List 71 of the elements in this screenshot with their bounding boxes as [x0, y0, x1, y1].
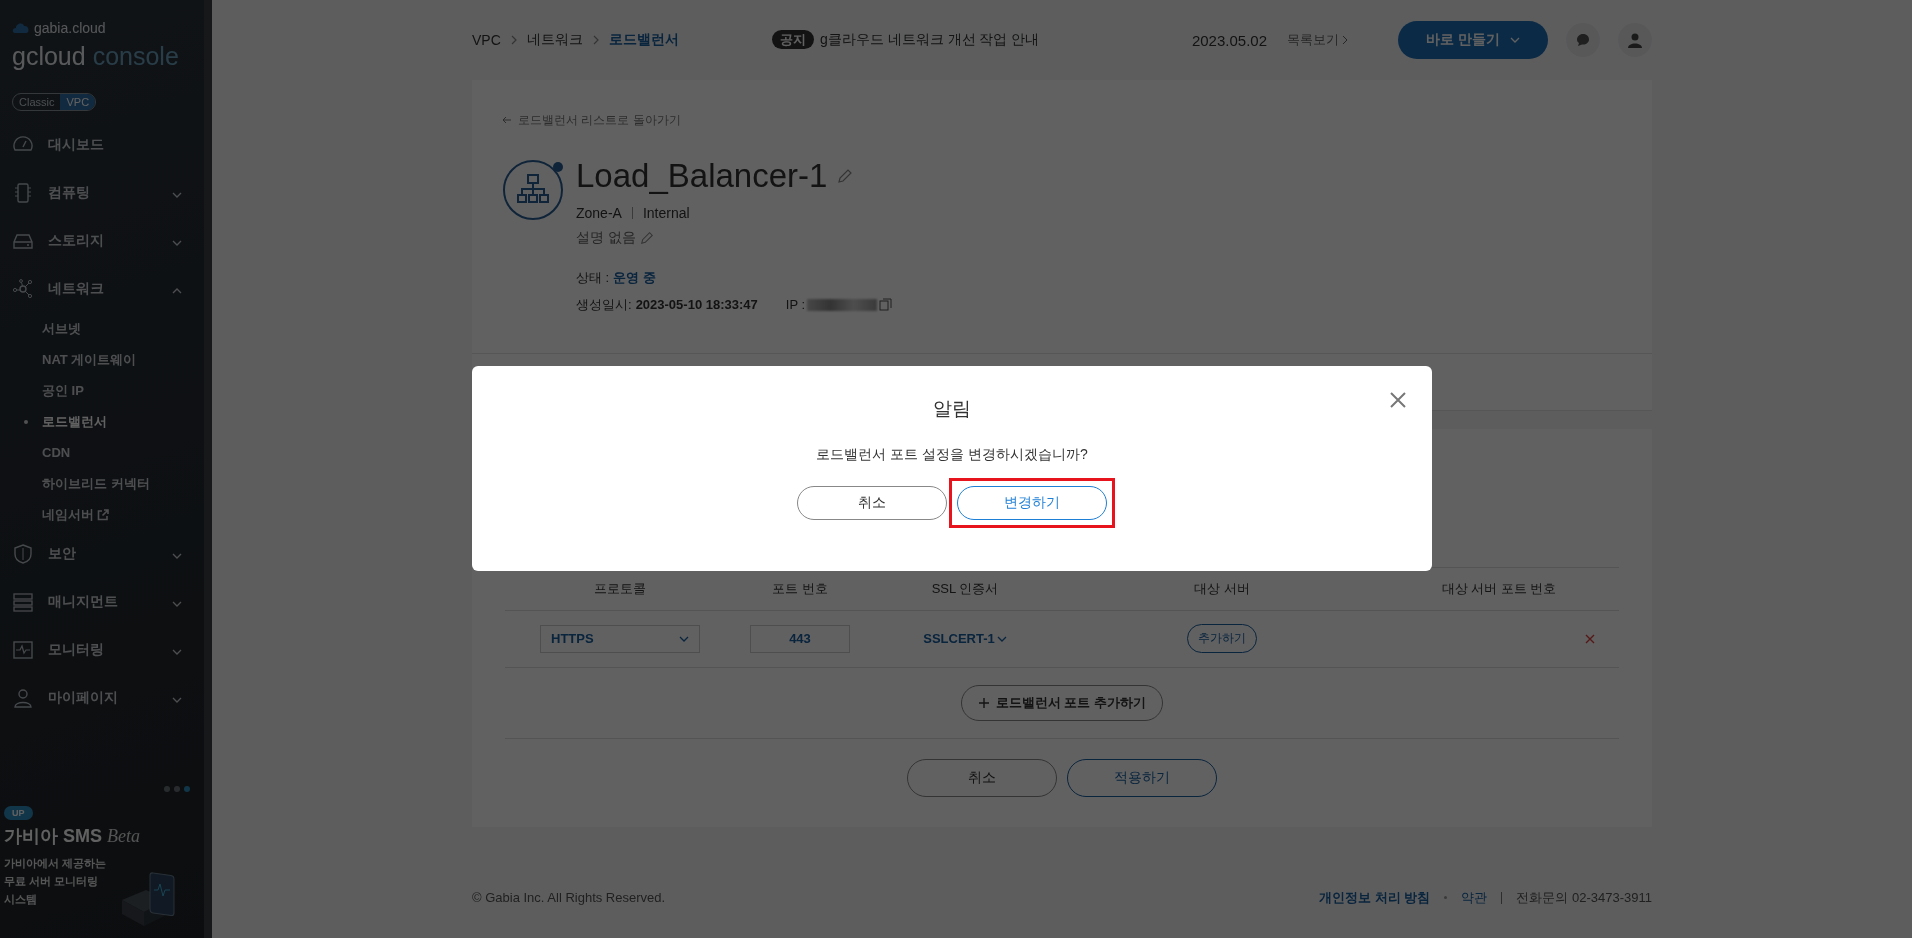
cancel-button[interactable]: 취소	[797, 486, 947, 520]
chevron-icon	[1509, 37, 1520, 43]
chevron-icon	[172, 649, 182, 655]
port-input[interactable]: 443	[750, 624, 850, 653]
status-text: 상태 : 운영 중	[576, 268, 656, 287]
zone-text: Zone-A	[576, 204, 622, 221]
footer-link[interactable]: 개인정보 처리 방침	[1319, 888, 1431, 907]
external-link-icon	[97, 508, 109, 521]
up-badge: UP	[4, 806, 33, 820]
breadcrumb-link[interactable]: 네트워크	[526, 31, 583, 49]
copyright-text: © Gabia Inc. All Rights Reserved.	[472, 890, 667, 905]
dialog-title: 알림	[933, 397, 971, 421]
delete-icon[interactable]	[1585, 633, 1595, 644]
type-text: Internal	[642, 204, 690, 221]
breadcrumb-link[interactable]: VPC	[472, 32, 501, 48]
chevron-icon	[172, 288, 182, 294]
created-text: 생성일시: 2023-05-10 18:33:47	[576, 295, 758, 314]
carousel-dot[interactable]	[184, 786, 190, 792]
chevron-icon	[172, 553, 182, 559]
profile-button[interactable]	[1618, 23, 1652, 57]
ssl-select[interactable]: SSLCERT-1	[923, 631, 1007, 646]
contact-text: 전화문의 02-3473-3911	[1516, 888, 1652, 907]
redacted-ip	[807, 298, 878, 311]
edit-icon[interactable]	[837, 167, 854, 184]
add-target-button[interactable]: 추가하기	[1187, 624, 1257, 653]
carousel-dot[interactable]	[174, 786, 180, 792]
footer-link[interactable]: 약관	[1461, 888, 1488, 907]
chevron-icon	[172, 240, 182, 246]
shield-icon	[12, 543, 34, 565]
submenu-item[interactable]: 로드밸런서	[0, 406, 204, 437]
arrow-left-icon	[502, 116, 512, 124]
edit-icon[interactable]	[639, 230, 654, 245]
apply-button[interactable]: 적용하기	[1067, 758, 1217, 797]
description-text: 설명 없음	[576, 228, 636, 247]
mode-toggle-option[interactable]: VPC	[60, 94, 96, 110]
brand-name: gabia.cloud	[34, 20, 106, 36]
chevron-icon	[996, 635, 1007, 642]
notice-link[interactable]: g클라우드 네트워크 개선 작업 안내	[820, 31, 1040, 47]
cancel-button[interactable]: 취소	[907, 758, 1057, 797]
add-port-button[interactable]: 로드밸런서 포트 추가하기	[960, 684, 1164, 721]
notice-tag: 공지	[772, 30, 814, 49]
chat-button[interactable]	[1566, 23, 1600, 57]
cloud-icon	[12, 22, 30, 34]
chevron-right-icon	[510, 35, 517, 45]
dialog-message: 로드밸런서 포트 설정을 변경하시겠습니까?	[816, 446, 1088, 464]
network-icon	[12, 278, 34, 300]
copy-icon[interactable]	[879, 298, 893, 311]
close-icon[interactable]	[1390, 392, 1406, 408]
confirm-button[interactable]: 변경하기	[957, 486, 1107, 520]
carousel-dot[interactable]	[164, 786, 170, 792]
user-icon	[1627, 32, 1643, 48]
ip-label: IP :	[785, 297, 806, 312]
chip-icon	[12, 182, 34, 204]
chevron-icon	[172, 601, 182, 607]
chevron-icon	[172, 697, 182, 703]
user-icon	[12, 687, 34, 709]
chevron-icon	[172, 192, 182, 198]
banner-description: 가비아에서 제공하는 무료 서버 모니터링 시스템	[4, 856, 108, 907]
banner-title: 가비아 SMS Beta	[4, 825, 142, 848]
breadcrumb-link[interactable]: 로드밸런서	[608, 31, 679, 49]
create-button[interactable]: 바로 만들기	[1398, 21, 1548, 59]
chevron-right-icon	[1342, 35, 1348, 45]
stack-icon	[12, 591, 34, 613]
chevron-right-icon	[592, 35, 599, 45]
plus-icon	[977, 696, 990, 709]
chevron-icon	[679, 635, 689, 642]
notice-date: 2023.05.02	[1191, 31, 1267, 49]
chat-icon	[1575, 32, 1591, 48]
protocol-select[interactable]: HTTPS	[540, 624, 700, 653]
load-balancer-name: Load_Balancer-1	[576, 156, 828, 195]
pulse-icon	[12, 639, 34, 661]
